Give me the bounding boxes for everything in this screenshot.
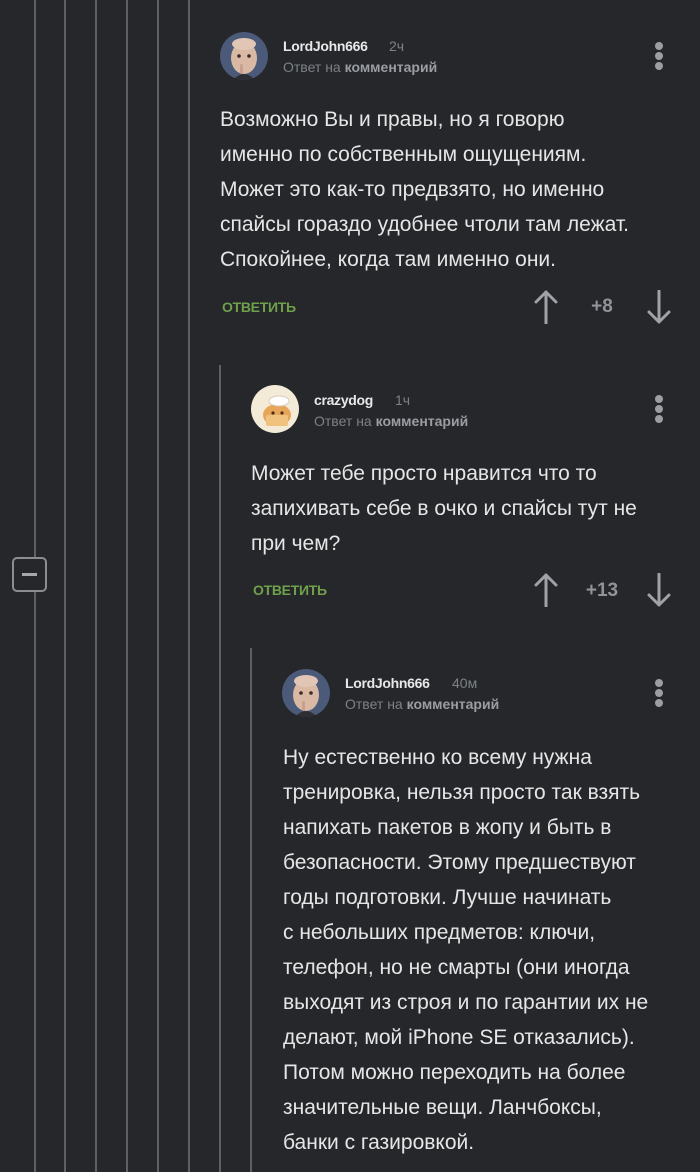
thread-line	[250, 648, 252, 1172]
thread-line	[157, 0, 159, 1172]
comment-text: Возможно Вы и правы, но я говорю именно …	[220, 108, 629, 271]
reply-button[interactable]: ОТВЕТИТЬ	[222, 299, 296, 315]
more-options-icon[interactable]	[654, 42, 664, 70]
thread-line	[219, 365, 221, 1172]
comment-time: 1ч	[395, 392, 411, 408]
rating-count: +13	[585, 580, 619, 601]
collapse-thread-button[interactable]	[12, 557, 47, 592]
avatar[interactable]	[282, 669, 330, 717]
avatar[interactable]	[251, 385, 299, 433]
downvote-arrow-icon[interactable]	[646, 290, 672, 324]
avatar[interactable]	[220, 32, 268, 80]
thread-line	[95, 0, 97, 1172]
comment-text: Ну естественно ко всему нужна тренировка…	[283, 746, 649, 1154]
thread-line	[64, 0, 66, 1172]
upvote-arrow-icon[interactable]	[533, 573, 559, 607]
reply-to-label[interactable]: Ответ на комментарий	[345, 696, 499, 712]
rating-count: +8	[591, 296, 613, 317]
comment-time: 40м	[452, 675, 478, 691]
reply-button[interactable]: ОТВЕТИТЬ	[253, 582, 327, 598]
reply-to-label[interactable]: Ответ на комментарий	[314, 413, 468, 429]
more-options-icon[interactable]	[654, 395, 664, 423]
username[interactable]: LordJohn666	[345, 675, 430, 691]
thread-line	[188, 0, 190, 1172]
thread-line	[126, 0, 128, 1172]
reply-to-label[interactable]: Ответ на комментарий	[283, 59, 437, 75]
downvote-arrow-icon[interactable]	[646, 573, 672, 607]
username[interactable]: crazydog	[314, 392, 373, 408]
comment-text: Может тебе просто нравится что то запихи…	[251, 462, 637, 555]
minus-icon	[22, 573, 37, 576]
more-options-icon[interactable]	[654, 679, 664, 707]
comment-time: 2ч	[389, 38, 405, 54]
username[interactable]: LordJohn666	[283, 38, 368, 54]
upvote-arrow-icon[interactable]	[533, 290, 559, 324]
